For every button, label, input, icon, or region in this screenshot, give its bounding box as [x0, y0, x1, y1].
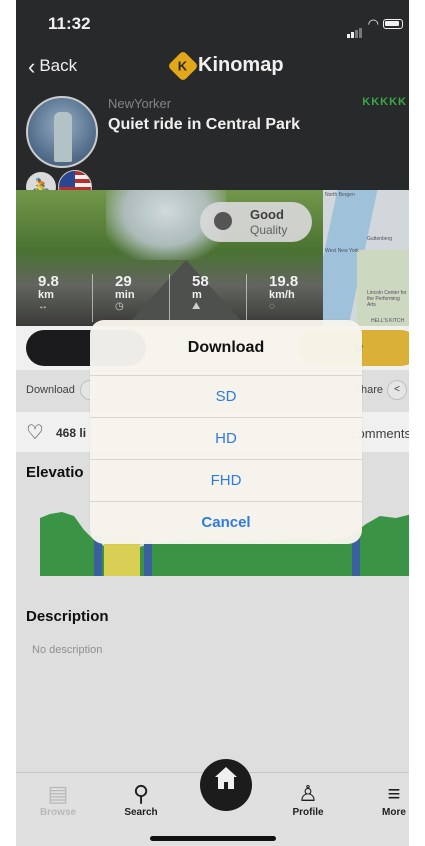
home-indicator [150, 836, 276, 841]
app-screen: 11:32 ◠ ‹ Back K Kinomap NewYorker Quiet… [16, 0, 409, 846]
option-fhd[interactable]: FHD [90, 460, 362, 502]
dialog-title: Download [90, 320, 362, 376]
option-hd[interactable]: HD [90, 418, 362, 460]
option-sd[interactable]: SD [90, 376, 362, 418]
cancel-button[interactable]: Cancel [90, 502, 362, 544]
download-dialog: Download SD HD FHD Cancel [90, 320, 362, 544]
